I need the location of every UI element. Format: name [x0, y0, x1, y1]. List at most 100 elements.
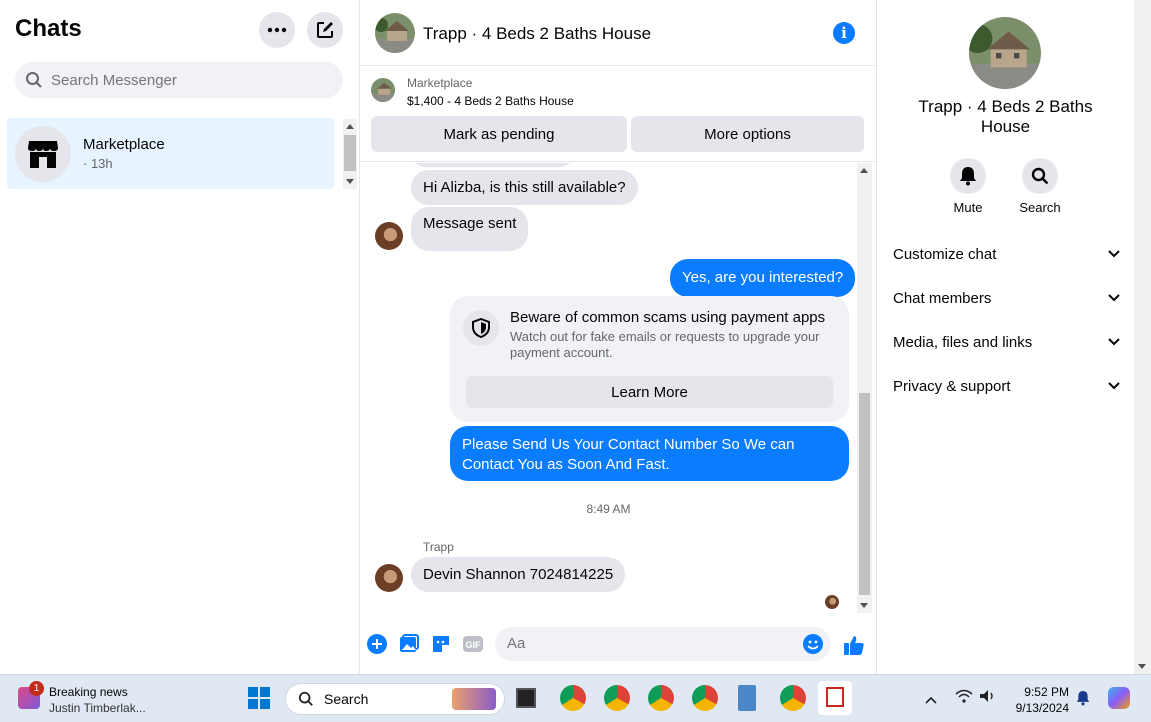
- search-label: Search: [1019, 200, 1061, 215]
- section-chat-members[interactable]: Chat members: [893, 283, 1120, 313]
- search-highlight-icon: [452, 688, 496, 710]
- photo-icon[interactable]: [399, 634, 419, 654]
- new-message-button[interactable]: [307, 12, 343, 48]
- search-icon: [26, 72, 42, 88]
- info-title: Trapp · 4 Beds 2 Baths House: [918, 97, 1093, 136]
- snipping-tool-icon: [826, 687, 844, 707]
- notification-bell-icon[interactable]: [1076, 690, 1090, 711]
- sender-name: Trapp: [423, 540, 454, 554]
- seen-receipt-avatar: [825, 595, 839, 609]
- learn-more-button[interactable]: Learn More: [466, 376, 833, 408]
- scroll-up-icon[interactable]: [346, 124, 354, 129]
- scroll-down-icon[interactable]: [346, 179, 354, 184]
- house-photo: [375, 13, 415, 53]
- notepad-icon[interactable]: [738, 685, 756, 711]
- scroll-thumb[interactable]: [344, 135, 356, 171]
- section-label: Chat members: [893, 289, 992, 307]
- chevron-down-icon: [1108, 250, 1120, 258]
- chat-item-marketplace[interactable]: Marketplace · 13h: [7, 118, 334, 189]
- gif-icon[interactable]: GIF: [462, 634, 484, 654]
- mute-action[interactable]: Mute: [938, 158, 998, 215]
- more-options-button[interactable]: [259, 12, 295, 48]
- marketplace-label: Marketplace: [407, 76, 473, 90]
- section-privacy-support[interactable]: Privacy & support: [893, 371, 1120, 401]
- wifi-icon[interactable]: [955, 689, 973, 708]
- volume-icon[interactable]: [979, 689, 997, 708]
- chrome-icon[interactable]: [692, 685, 718, 711]
- marketplace-avatar: [15, 126, 71, 182]
- chrome-icon[interactable]: [780, 685, 806, 711]
- section-label: Customize chat: [893, 245, 997, 263]
- message-bubble-incoming[interactable]: Hi Alizba, is this still available?: [411, 170, 638, 205]
- sender-avatar[interactable]: [375, 564, 403, 592]
- listing-photo[interactable]: [969, 17, 1041, 89]
- message-input[interactable]: [507, 635, 787, 652]
- copilot-icon[interactable]: [1108, 687, 1130, 709]
- chevron-up-icon[interactable]: [925, 691, 937, 709]
- chat-time: · 13h: [83, 156, 113, 171]
- search-input[interactable]: [51, 71, 331, 89]
- chrome-icon[interactable]: [648, 685, 674, 711]
- search-icon[interactable]: [1022, 158, 1058, 194]
- scam-warning-card: Beware of common scams using payment app…: [450, 296, 849, 422]
- section-media-files-links[interactable]: Media, files and links: [893, 327, 1120, 357]
- mark-pending-button[interactable]: Mark as pending: [371, 116, 627, 152]
- scroll-down-icon[interactable]: [1138, 664, 1146, 669]
- message-bubble-outgoing[interactable]: Please Send Us Your Contact Number So We…: [450, 426, 849, 481]
- chat-list-scrollbar[interactable]: [343, 119, 357, 189]
- message-bubble-incoming[interactable]: Devin Shannon 7024814225: [411, 557, 626, 592]
- chevron-down-icon: [1108, 338, 1120, 346]
- house-photo: [969, 17, 1041, 89]
- svg-text:GIF: GIF: [466, 640, 482, 650]
- listing-thumbnail[interactable]: [375, 13, 415, 53]
- conversation-header: Trapp · 4 Beds 2 Baths House i: [360, 0, 877, 66]
- conversation-panel: Trapp · 4 Beds 2 Baths House i Marketpla…: [360, 0, 877, 674]
- emoji-icon[interactable]: [803, 634, 823, 654]
- ellipsis-icon: [267, 27, 287, 33]
- windows-start-icon[interactable]: [248, 687, 270, 709]
- mute-label: Mute: [953, 200, 983, 215]
- more-options-listing-button[interactable]: More options: [631, 116, 864, 152]
- chrome-icon[interactable]: [604, 685, 630, 711]
- snipping-tool-active[interactable]: [818, 681, 852, 715]
- conversation-title[interactable]: Trapp · 4 Beds 2 Baths House: [423, 24, 651, 44]
- compose-icon: [317, 22, 333, 38]
- storefront-icon: [28, 141, 58, 168]
- page-scrollbar[interactable]: [1134, 0, 1151, 674]
- bell-icon[interactable]: [950, 158, 986, 194]
- task-view-icon[interactable]: [516, 688, 536, 708]
- message-bubble-outgoing[interactable]: Yes, are you interested?: [670, 259, 856, 297]
- taskbar-search[interactable]: Search: [285, 683, 505, 715]
- plus-icon[interactable]: [367, 634, 387, 654]
- scroll-up-icon[interactable]: [860, 168, 868, 173]
- search-action[interactable]: Search: [1010, 158, 1070, 215]
- message-composer: GIF: [360, 614, 877, 674]
- message-scrollbar[interactable]: [857, 163, 872, 613]
- scroll-thumb[interactable]: [859, 393, 870, 595]
- info-icon[interactable]: i: [833, 22, 855, 44]
- clock-date: 9/13/2024: [1015, 701, 1069, 715]
- shield-icon: [463, 310, 499, 346]
- marketplace-bar: Marketplace $1,400 - 4 Beds 2 Baths Hous…: [360, 67, 877, 162]
- thumbs-up-icon[interactable]: [843, 634, 865, 656]
- news-subtitle: Justin Timberlak...: [49, 701, 146, 715]
- scroll-down-icon[interactable]: [860, 603, 868, 608]
- search-icon: [298, 691, 313, 706]
- section-customize-chat[interactable]: Customize chat: [893, 239, 1120, 269]
- clock-time: 9:52 PM: [1024, 685, 1069, 699]
- sticker-icon[interactable]: [431, 634, 451, 654]
- news-widget[interactable]: Breaking news Justin Timberlak...: [49, 684, 146, 716]
- message-input-box[interactable]: [495, 627, 831, 661]
- messenger-window: Chats Marketplace · 13h: [0, 0, 1151, 674]
- house-photo: [371, 78, 395, 102]
- chrome-icon[interactable]: [560, 685, 586, 711]
- sender-avatar[interactable]: [375, 222, 403, 250]
- message-bubble-incoming[interactable]: Message sent: [411, 207, 529, 251]
- conversation-info-panel: Trapp · 4 Beds 2 Baths House Mute Search…: [877, 0, 1134, 674]
- listing-mini-thumbnail: [371, 78, 395, 102]
- taskbar-search-label: Search: [324, 691, 369, 707]
- system-clock[interactable]: 9:52 PM 9/13/2024: [1005, 684, 1069, 716]
- news-title: Breaking news: [49, 685, 128, 699]
- listing-price[interactable]: $1,400 - 4 Beds 2 Baths House: [407, 94, 574, 108]
- search-messenger[interactable]: [15, 62, 343, 98]
